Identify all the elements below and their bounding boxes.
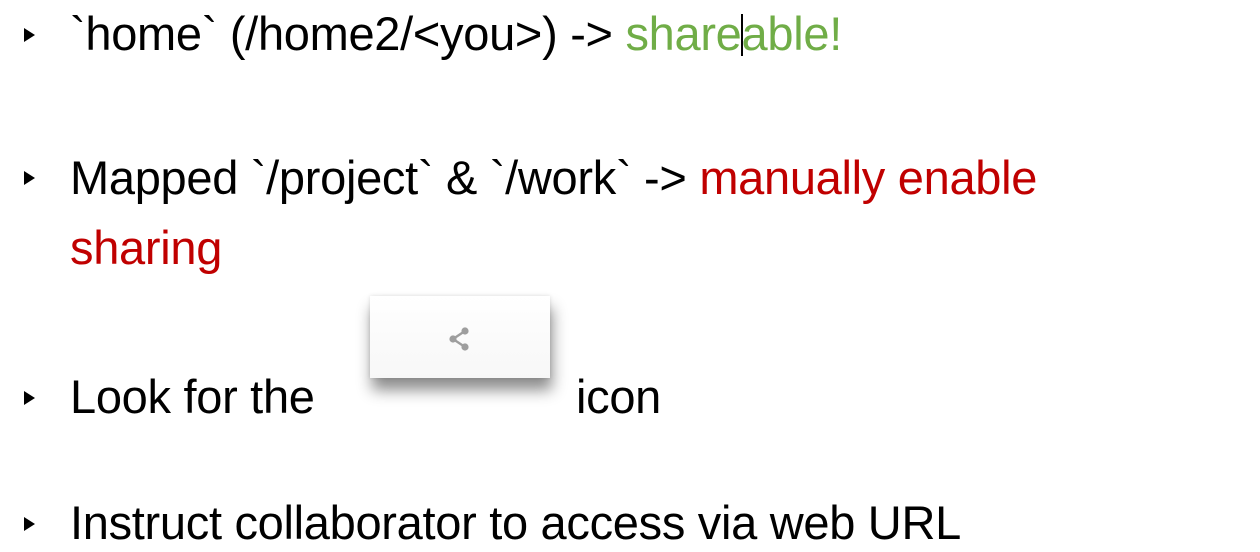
bullet-mapped-line-1: Mapped `/project` & `/work` -> manually … (70, 150, 1037, 206)
shareable-before-cursor: share (625, 7, 742, 60)
manually-enable-text: manually enable (699, 151, 1038, 204)
bullet-mapped-text: Mapped `/project` & `/work` -> (70, 151, 700, 204)
look-for-text: Look for the (70, 370, 315, 423)
bullet-home-line: `home` (/home2/<you>) -> shareable! (70, 6, 842, 62)
sharing-text: sharing (70, 221, 223, 274)
instruct-text: Instruct collaborator to access via web … (70, 496, 961, 549)
share-button-image (370, 296, 550, 378)
share-icon (449, 327, 469, 351)
shareable-after-cursor: able! (741, 7, 843, 60)
bullet-arrow-icon (24, 517, 35, 531)
bullet-arrow-icon (24, 171, 35, 185)
bullet-arrow-icon (24, 391, 35, 405)
icon-text: icon (576, 370, 662, 423)
bullet-arrow-icon (24, 28, 35, 42)
bullet-home-text: `home` (/home2/<you>) -> (70, 7, 626, 60)
